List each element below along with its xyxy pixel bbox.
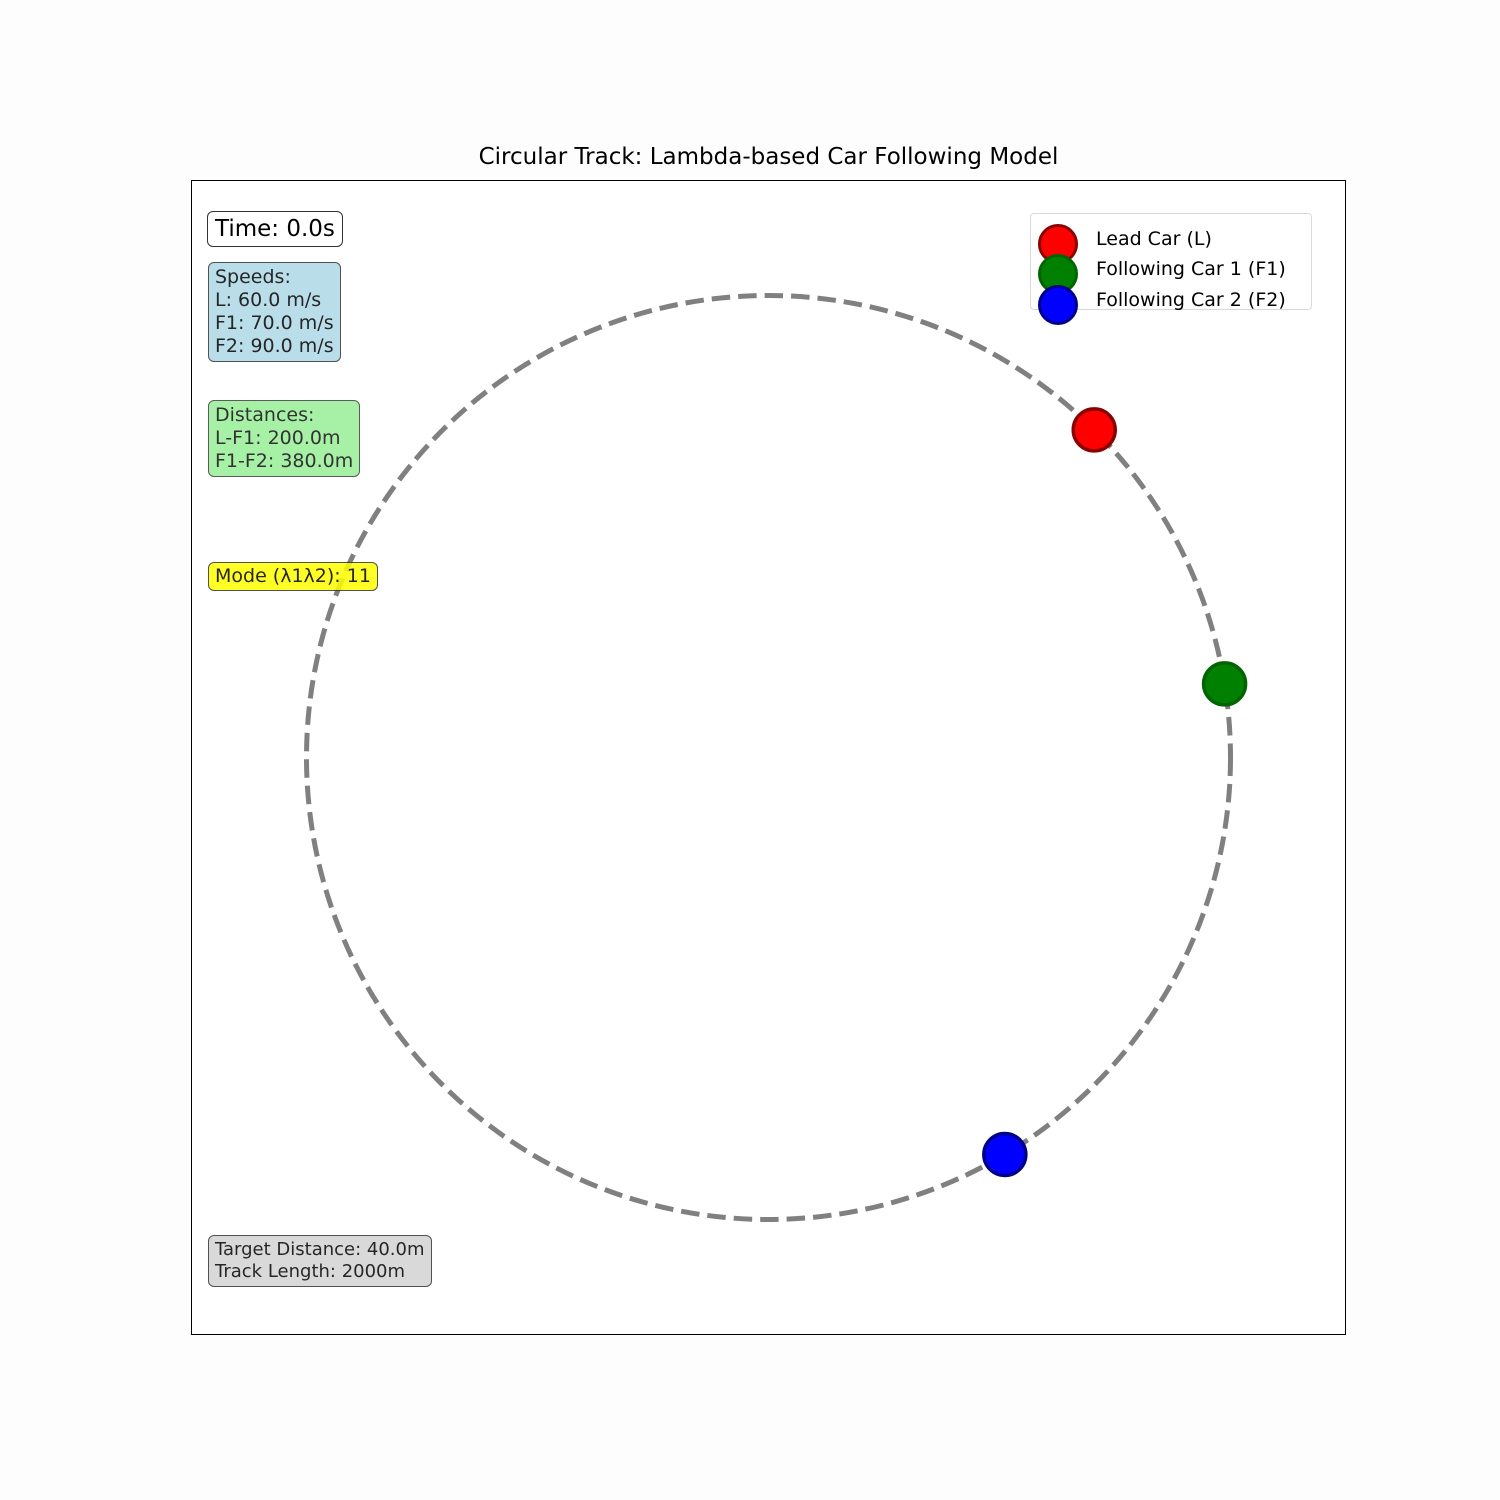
car-marker-2 bbox=[982, 1131, 1028, 1178]
legend: Lead Car (L) Following Car 1 (F1) Follow… bbox=[1030, 213, 1312, 325]
follower-2-marker-icon bbox=[1038, 285, 1078, 325]
figure: Circular Track: Lambda-based Car Followi… bbox=[0, 0, 1500, 1500]
legend-label: Following Car 2 (F2) bbox=[1096, 289, 1286, 311]
legend-item-lead: Lead Car (L) bbox=[1031, 224, 1311, 264]
parameters-panel: Target Distance: 40.0m Track Length: 200… bbox=[208, 1235, 432, 1287]
legend-item-follower-1: Following Car 1 (F1) bbox=[1031, 254, 1311, 294]
speeds-panel: Speeds: L: 60.0 m/s F1: 70.0 m/s F2: 90.… bbox=[208, 262, 341, 362]
legend-item-follower-2: Following Car 2 (F2) bbox=[1031, 285, 1311, 325]
legend-label: Following Car 1 (F1) bbox=[1096, 258, 1286, 280]
car-marker-0 bbox=[1071, 407, 1117, 453]
mode-panel: Mode (λ1λ2): 11 bbox=[208, 562, 378, 591]
time-readout: Time: 0.0s bbox=[207, 211, 343, 247]
distances-panel: Distances: L-F1: 200.0m F1-F2: 380.0m bbox=[208, 400, 361, 477]
legend-label: Lead Car (L) bbox=[1096, 228, 1212, 250]
car-marker-1 bbox=[1201, 661, 1248, 707]
